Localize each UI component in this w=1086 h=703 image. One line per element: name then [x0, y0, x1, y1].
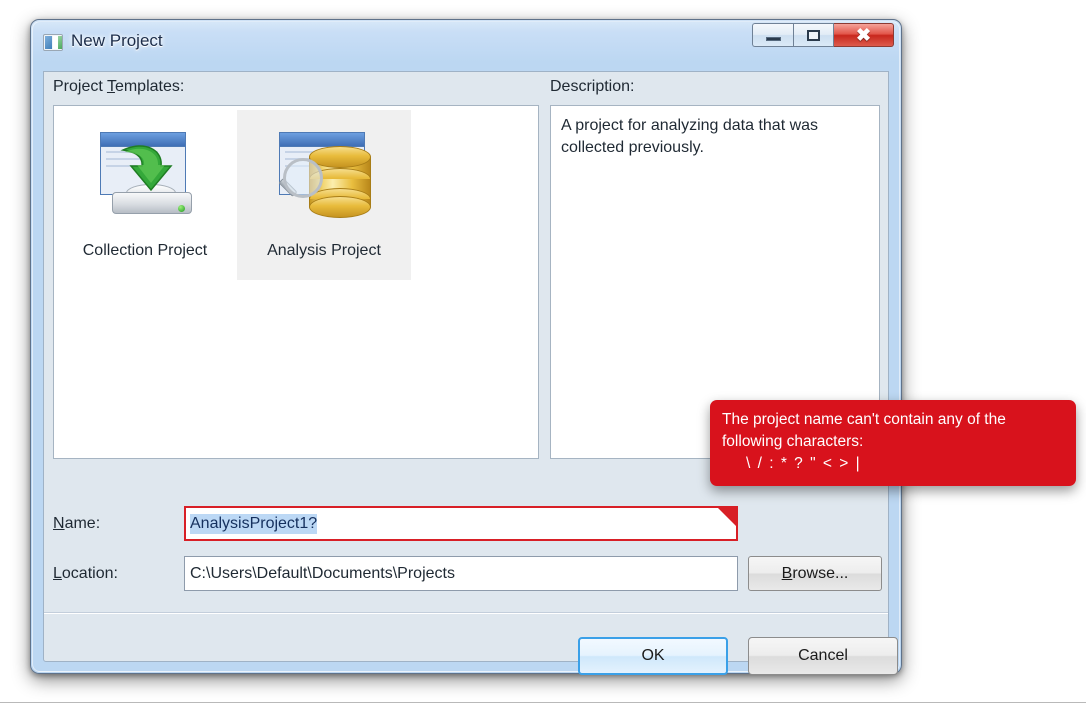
- location-input[interactable]: C:\Users\Default\Documents\Projects: [184, 556, 738, 591]
- template-label: Analysis Project: [267, 242, 381, 259]
- title-bar: New Project ✖: [31, 20, 903, 71]
- template-item-collection-project[interactable]: Collection Project: [58, 110, 232, 280]
- dialog-client-area: Project Templates: Collection Project An…: [43, 71, 898, 675]
- window-title: New Project: [71, 31, 163, 50]
- screenshot-canvas: New Project ✖ Project Templates: Collect…: [0, 0, 1086, 703]
- analysis-project-icon: [265, 126, 383, 230]
- tooltip-line-2: following characters:: [722, 433, 864, 450]
- cancel-button[interactable]: Cancel: [748, 637, 898, 675]
- new-project-dialog: New Project ✖ Project Templates: Collect…: [30, 19, 903, 675]
- footer-divider: [44, 612, 888, 614]
- description-label: Description:: [550, 78, 635, 95]
- new-project-icon: [43, 34, 63, 51]
- name-input[interactable]: AnalysisProject1?: [184, 506, 738, 541]
- name-label: Name:: [53, 515, 101, 532]
- caption-buttons: ✖: [752, 23, 894, 49]
- minimize-button[interactable]: [752, 23, 793, 47]
- name-input-value: AnalysisProject1?: [190, 513, 318, 534]
- description-text: A project for analyzing data that was co…: [561, 117, 819, 156]
- browse-button[interactable]: Browse...: [748, 556, 882, 591]
- location-input-value: C:\Users\Default\Documents\Projects: [190, 564, 455, 582]
- template-item-analysis-project[interactable]: Analysis Project: [237, 110, 411, 280]
- template-label: Collection Project: [82, 242, 208, 259]
- ok-button[interactable]: OK: [578, 637, 728, 675]
- close-icon: ✖: [855, 25, 872, 45]
- maximize-icon: [807, 29, 820, 41]
- name-validation-tooltip: The project name can't contain any of th…: [710, 400, 1076, 486]
- tooltip-line-1: The project name can't contain any of th…: [722, 411, 1006, 428]
- project-templates-list[interactable]: Collection Project Analysis Project: [53, 105, 539, 459]
- minimize-icon: [765, 36, 781, 41]
- location-label: Location:: [53, 565, 118, 582]
- tooltip-invalid-characters: \ / : * ? " < > |: [746, 455, 862, 472]
- collection-project-icon: [86, 126, 204, 230]
- project-templates-label: Project Templates:: [53, 78, 185, 95]
- close-button[interactable]: ✖: [834, 23, 894, 47]
- maximize-button[interactable]: [793, 23, 834, 47]
